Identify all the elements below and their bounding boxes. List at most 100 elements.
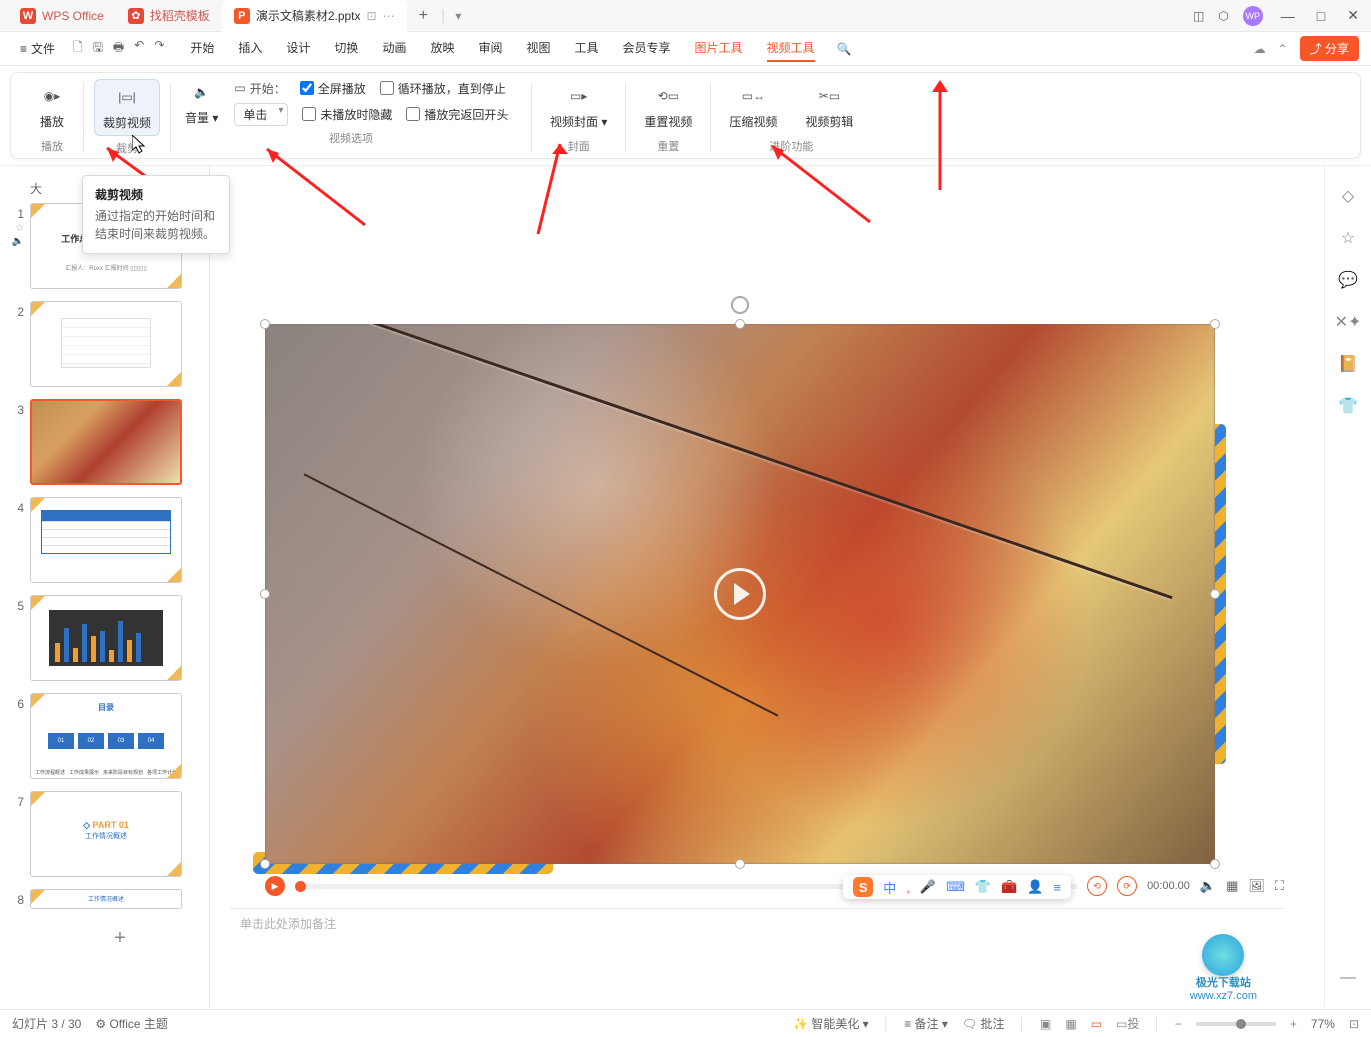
slide-counter[interactable]: 幻灯片 3 / 30 [12, 1015, 81, 1032]
tab-premium[interactable]: 会员专享 [623, 35, 671, 62]
ime-tool-icon[interactable]: 🧰 [1001, 879, 1017, 895]
comments-toggle[interactable]: 🗨 批注 [962, 1015, 1005, 1032]
cloud-icon[interactable]: ☁ [1254, 42, 1266, 56]
trim-video-button[interactable]: |▭| 裁剪视频 [94, 79, 160, 136]
slide-thumbnail-3[interactable]: 3 [0, 399, 199, 485]
maximize-button[interactable]: □ [1313, 8, 1329, 24]
ime-toolbar[interactable]: S 中 , 🎤 ⌨ 👕 🧰 👤 ≡ [843, 875, 1071, 899]
ime-user-icon[interactable]: 👤 [1027, 879, 1043, 895]
view-sorter-icon[interactable]: ▦ [1065, 1017, 1076, 1031]
tab-current-file[interactable]: P 演示文稿素材2.pptx ⊡ ⋯ [222, 0, 407, 32]
compress-video-button[interactable]: ▭↔ 压缩视频 [721, 79, 785, 134]
search-icon[interactable]: 🔍 [837, 42, 852, 56]
feedback-icon[interactable]: 💬 [1338, 270, 1358, 290]
resize-handle[interactable] [1210, 859, 1220, 869]
tab-animation[interactable]: 动画 [382, 35, 406, 62]
tab-design[interactable]: 设计 [286, 35, 310, 62]
ime-skin-icon[interactable]: 👕 [975, 879, 991, 895]
resize-handle[interactable] [260, 859, 270, 869]
resize-handle[interactable] [735, 319, 745, 329]
tab-wps-home[interactable]: W WPS Office [8, 0, 116, 32]
view-slideshow-icon[interactable]: ▭投 [1116, 1015, 1139, 1032]
edit-video-button[interactable]: ✂▭ 视频剪辑 [797, 79, 861, 134]
tab-home[interactable]: 开始 [190, 35, 214, 62]
video-play-overlay[interactable] [714, 568, 766, 620]
start-option[interactable]: ▭开始： [234, 80, 285, 97]
slide-panel[interactable]: 大 1 ☆ 🔈 2023 工作总结汇报PPT模板 汇报人：Roxx 汇报时间 ▯… [0, 166, 210, 1007]
slide-canvas[interactable]: ▶ ⟲ ⟳ 00:00.00 🔈 ▦ 🖼 ⛶ 单击此处添加备注 [210, 166, 1324, 1007]
step-forward-icon[interactable]: ⟳ [1117, 876, 1137, 896]
start-trigger-select[interactable]: 单击 [234, 103, 288, 126]
slide-thumbnail-7[interactable]: 7 ◇ PART 01 工作情况概述 [0, 791, 199, 877]
collapse-panel-icon[interactable]: — [1340, 969, 1356, 987]
tab-video-tools[interactable]: 视频工具 [767, 35, 815, 62]
resize-handle[interactable] [1210, 319, 1220, 329]
tab-menu-icon[interactable]: ⊡ [367, 9, 377, 23]
undo-icon[interactable]: ↶ [134, 38, 144, 59]
checkbox-fullscreen[interactable]: 全屏播放 [300, 80, 366, 97]
play-button[interactable]: ◉▸ 播放 [31, 79, 73, 134]
tab-docke-templates[interactable]: ✿ 找稻壳模板 [116, 0, 222, 32]
zoom-slider[interactable] [1196, 1022, 1276, 1026]
beautify-button[interactable]: ✨ 智能美化 ▾ [793, 1015, 869, 1032]
tab-more-icon[interactable]: ⋯ [383, 9, 395, 23]
ime-punct[interactable]: , [906, 880, 910, 895]
save-icon[interactable]: 🖫 [93, 38, 103, 59]
video-object[interactable] [265, 324, 1215, 864]
zoom-in-icon[interactable]: + [1290, 1017, 1297, 1031]
volume-bar-icon[interactable]: 🔈 [1200, 878, 1216, 894]
slide-thumbnail-8[interactable]: 8 工作情况概述 [0, 889, 199, 909]
notes-pane[interactable]: 单击此处添加备注 [230, 908, 1284, 938]
tab-view[interactable]: 视图 [526, 35, 550, 62]
checkbox-hide[interactable]: 未播放时隐藏 [302, 106, 392, 123]
rotate-handle[interactable] [731, 296, 749, 314]
redo-icon[interactable]: ↷ [154, 38, 164, 59]
view-reading-icon[interactable]: ▭ [1091, 1017, 1102, 1031]
tab-tools[interactable]: 工具 [575, 35, 599, 62]
ime-mic-icon[interactable]: 🎤 [920, 879, 936, 895]
fit-icon[interactable]: ⊡ [1349, 1017, 1359, 1031]
resize-handle[interactable] [260, 589, 270, 599]
volume-button[interactable]: 🔈 音量 ▾ [181, 79, 222, 126]
ime-keyboard-icon[interactable]: ⌨ [946, 879, 965, 895]
slide-thumbnail-6[interactable]: 6 目录 01 02 03 04 工作流程概述 工作成果展示 未来阶段目标规划 … [0, 693, 199, 779]
ime-lang[interactable]: 中 [883, 878, 896, 897]
fullscreen-bar-icon[interactable]: ⛶ [1275, 878, 1284, 894]
tab-insert[interactable]: 插入 [238, 35, 262, 62]
screenshot-icon[interactable]: ▦ [1226, 878, 1238, 894]
resize-handle[interactable] [1210, 589, 1220, 599]
picture-icon[interactable]: 🖼 [1248, 878, 1265, 894]
zoom-out-icon[interactable]: − [1175, 1017, 1182, 1031]
cube-icon[interactable]: ⬡ [1218, 9, 1228, 23]
pane-icon[interactable]: ◫ [1193, 9, 1204, 23]
tab-review[interactable]: 审阅 [478, 35, 502, 62]
file-menu[interactable]: ≡ 文件 [12, 36, 63, 61]
checkbox-loop[interactable]: 循环播放，直到停止 [380, 80, 506, 97]
ime-menu-icon[interactable]: ≡ [1053, 880, 1061, 895]
step-back-icon[interactable]: ⟲ [1087, 876, 1107, 896]
theme-indicator[interactable]: ⚙ Office 主题 [95, 1015, 168, 1032]
add-slide-button[interactable]: + [44, 921, 196, 956]
video-cover-button[interactable]: ▭▸ 视频封面 ▾ [542, 79, 615, 134]
slide-thumbnail-4[interactable]: 4 [0, 497, 199, 583]
user-avatar[interactable]: WP [1243, 6, 1263, 26]
print-icon[interactable]: 🖶 [113, 38, 124, 59]
reset-video-button[interactable]: ⟲▭ 重置视频 [636, 79, 700, 134]
new-tab-button[interactable]: + [407, 7, 440, 25]
close-button[interactable]: ✕ [1343, 7, 1363, 24]
slide-thumbnail-5[interactable]: 5 [0, 595, 199, 681]
collapse-ribbon-icon[interactable]: ⌃ [1278, 42, 1288, 56]
slide-thumbnail-2[interactable]: 2 [0, 301, 199, 387]
tab-dropdown-icon[interactable]: ▾ [447, 9, 469, 23]
minimize-button[interactable]: — [1277, 8, 1299, 24]
resize-handle[interactable] [260, 319, 270, 329]
favorite-icon[interactable]: ☆ [1341, 228, 1355, 248]
zoom-value[interactable]: 77% [1311, 1017, 1335, 1031]
sogou-icon[interactable]: S [853, 877, 873, 897]
play-bar-play-icon[interactable]: ▶ [265, 876, 285, 896]
shirt-icon[interactable]: 👕 [1338, 396, 1358, 416]
tab-picture-tools[interactable]: 图片工具 [695, 35, 743, 62]
tab-slideshow[interactable]: 放映 [430, 35, 454, 62]
new-file-icon[interactable]: 🗋 [73, 38, 83, 59]
notes-toggle[interactable]: ≡ 备注 ▾ [904, 1015, 948, 1032]
